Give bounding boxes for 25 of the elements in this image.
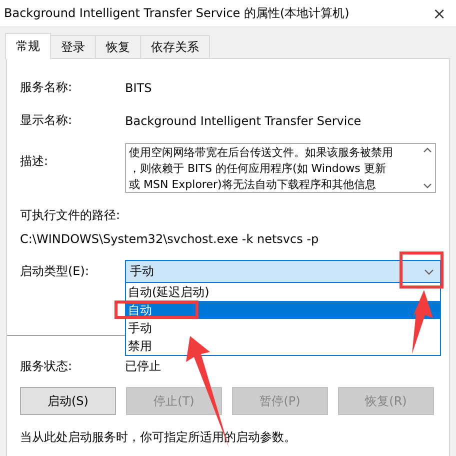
close-button[interactable]: × bbox=[426, 4, 452, 22]
field-value: C:\WINDOWS\System32\svchost.exe -k netsvcs -p bbox=[20, 232, 320, 246]
chevron-down-icon bbox=[424, 268, 434, 274]
scroll-down-icon[interactable] bbox=[422, 183, 432, 189]
field-label: 可执行文件的路径: bbox=[20, 207, 122, 224]
dropdown-option[interactable]: 手动 bbox=[126, 319, 440, 337]
field-value: Background Intelligent Transfer Service bbox=[125, 114, 362, 128]
field-value: BITS bbox=[125, 80, 152, 94]
field-label: 启动类型(E): bbox=[20, 263, 90, 280]
scroll-up-icon[interactable] bbox=[422, 147, 432, 153]
dropdown-option[interactable]: 禁用 bbox=[126, 337, 440, 355]
service-button[interactable]: 启动(S) bbox=[20, 387, 116, 415]
tab[interactable]: 依存关系 bbox=[140, 35, 210, 58]
field-label: 显示名称: bbox=[20, 112, 74, 129]
field-label: 描述: bbox=[20, 153, 50, 170]
tab[interactable]: 常规 bbox=[5, 33, 51, 59]
field-value: 已停止 bbox=[125, 358, 161, 375]
field-label: 服务名称: bbox=[20, 79, 74, 96]
description-box[interactable]: 使用空闲网络带宽在后台传送文件。如果该服务被禁用 ，则依赖于 BITS 的任何应用程序(如 Windows 更新 或 MSN Explorer)将无法自动下载程序和其他信息 bbox=[125, 143, 436, 193]
field-label: 服务状态: bbox=[20, 358, 74, 375]
dropdown-option[interactable]: 自动(延迟启动) bbox=[126, 283, 440, 301]
highlight-box bbox=[400, 252, 444, 288]
window-title: Background Intelligent Transfer Service 的属性(本地计算机) bbox=[4, 4, 350, 22]
startup-type-dropdown[interactable]: 手动 bbox=[125, 260, 441, 283]
arrow bbox=[412, 290, 433, 354]
